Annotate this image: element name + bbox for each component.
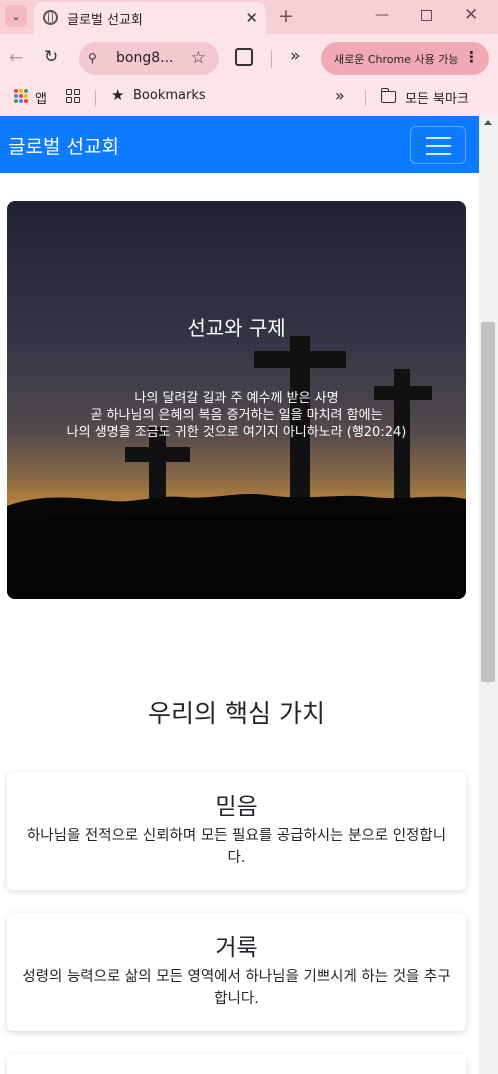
core-values-heading: 우리의 핵심 가치 (148, 699, 325, 728)
bookmarks-folder[interactable]: Bookmarks (133, 88, 206, 103)
maximize-button[interactable] (421, 10, 432, 21)
site-brand[interactable]: 글로벌 선교회 (8, 132, 119, 159)
reload-button[interactable]: ↻ (44, 47, 58, 67)
window-close-button[interactable]: ✕ (464, 5, 478, 25)
value-card-title: 거룩 (215, 935, 258, 961)
bookmarks-divider (95, 90, 96, 106)
tab-strip: ⌄ 글로벌 선교회 ✕ + — ✕ (0, 0, 498, 34)
toolbar-divider (271, 50, 272, 68)
address-bar[interactable]: ⚲ bong8... ☆ (79, 42, 219, 75)
hero-title: 선교와 구제 (187, 316, 286, 340)
tab-groups-icon[interactable] (66, 89, 80, 103)
browser-toolbar: ← ↻ ⚲ bong8... ☆ » 새로운 Chrome 사용 가능 ⋮ (0, 34, 498, 82)
more-menu-icon[interactable]: ⋮ (464, 48, 479, 66)
minimize-button[interactable]: — (375, 7, 389, 23)
hero-verse: 나의 달려갈 길과 주 예수께 받은 사명 곧 하나님의 은혜의 복음 증거하는… (7, 390, 466, 441)
value-card-holiness: 거룩 성령의 능력으로 삶의 모든 영역에서 하나님을 기쁘시게 하는 것을 추… (7, 913, 466, 1031)
hero-verse-line: 곧 하나님의 은혜의 복음 증거하는 일을 마치려 함에는 (90, 408, 383, 423)
new-tab-button[interactable]: + (278, 5, 294, 27)
value-card-text: 하나님을 전적으로 신뢰하며 모든 필요를 공급하시는 분으로 인정합니다. (26, 828, 447, 866)
apps-label[interactable]: 앱 (35, 88, 47, 107)
value-card-faith: 믿음 하나님을 전적으로 신뢰하며 모든 필요를 공급하시는 분으로 인정합니다… (7, 772, 466, 890)
hero-verse-line: 나의 달려갈 길과 주 예수께 받은 사명 (134, 391, 339, 406)
menu-toggle-button[interactable] (410, 126, 466, 164)
url-text[interactable]: bong8... (116, 50, 173, 66)
value-card-next (7, 1054, 466, 1074)
bookmarks-divider (365, 90, 366, 106)
site-navbar: 글로벌 선교회 (0, 116, 479, 173)
tab-search-button[interactable]: ⌄ (5, 5, 27, 27)
extensions-icon[interactable] (235, 48, 253, 66)
page-viewport: 글로벌 선교회 선교와 구제 나의 달려갈 길과 주 예수께 받은 사명 곧 하… (0, 116, 479, 1074)
back-button[interactable]: ← (9, 48, 23, 68)
apps-icon[interactable] (14, 89, 28, 103)
chrome-update-button[interactable]: 새로운 Chrome 사용 가능 ⋮ (321, 42, 489, 75)
tab-title: 글로벌 선교회 (67, 13, 143, 28)
value-card-title: 믿음 (215, 794, 258, 820)
scroll-thumb[interactable] (481, 322, 495, 682)
scroll-up-arrow-icon[interactable] (484, 120, 492, 125)
bookmark-star-icon[interactable]: ☆ (191, 48, 206, 68)
chrome-update-label: 새로운 Chrome 사용 가능 (334, 53, 459, 66)
bookmarks-bar: 앱 ★ Bookmarks » 모든 북마크 (0, 82, 498, 116)
chevron-double-right-icon[interactable]: » (290, 46, 300, 66)
site-info-icon[interactable]: ⚲ (88, 51, 97, 65)
hero-banner: 선교와 구제 나의 달려갈 길과 주 예수께 받은 사명 곧 하나님의 은혜의 … (7, 201, 466, 599)
all-bookmarks-folder[interactable]: 모든 북마크 (405, 88, 469, 107)
folder-icon (380, 88, 396, 103)
star-icon: ★ (111, 86, 125, 104)
globe-icon (43, 10, 58, 25)
hero-verse-line: 나의 생명을 조금도 귀한 것으로 여기지 아니하노라 (행20:24) (66, 425, 407, 440)
value-card-text: 성령의 능력으로 삶의 모든 영역에서 하나님을 기쁘시게 하는 것을 추구합니… (22, 969, 451, 1007)
bookmarks-overflow-icon[interactable]: » (335, 86, 345, 105)
page-scrollbar[interactable] (479, 116, 498, 1074)
browser-tab[interactable]: 글로벌 선교회 ✕ (34, 2, 266, 34)
tab-close-icon[interactable]: ✕ (245, 8, 258, 28)
hamburger-icon (426, 137, 451, 139)
